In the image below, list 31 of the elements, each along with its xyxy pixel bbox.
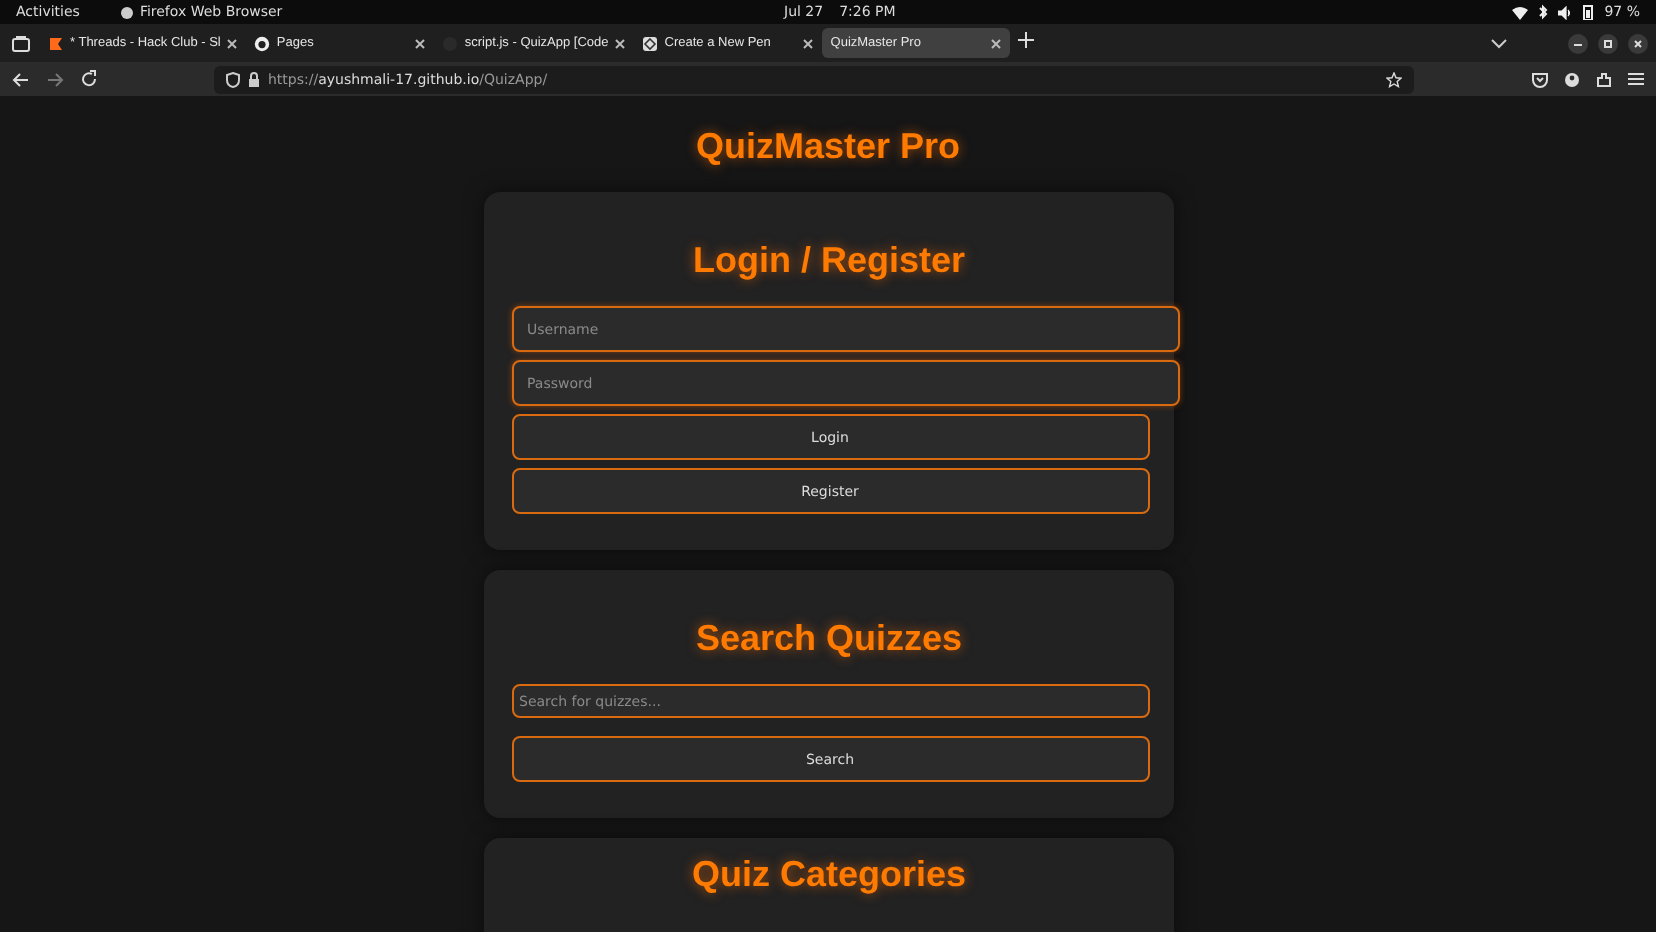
star-icon[interactable] [1386, 71, 1402, 87]
minimize-icon[interactable] [1568, 33, 1588, 53]
menu-icon[interactable] [1628, 72, 1644, 86]
lock-icon [248, 71, 260, 87]
section-heading: Login / Register [690, 238, 967, 284]
pocket-icon[interactable] [1532, 71, 1548, 87]
back-icon[interactable] [12, 71, 30, 87]
close-icon[interactable] [1628, 33, 1648, 53]
section-heading: Search Quizzes [693, 616, 965, 662]
close-icon[interactable] [226, 37, 239, 49]
bluetooth-icon [1538, 4, 1549, 20]
new-tab-icon[interactable] [1018, 32, 1035, 48]
close-icon[interactable] [614, 37, 627, 49]
chevron-down-icon[interactable] [1490, 37, 1508, 49]
flag-icon [48, 35, 64, 51]
forward-icon[interactable] [46, 71, 64, 87]
account-icon[interactable] [1564, 71, 1580, 87]
close-icon[interactable] [990, 37, 1003, 49]
battery-icon [1582, 4, 1595, 20]
maximize-icon[interactable] [1598, 33, 1618, 53]
speaker-icon [1558, 5, 1573, 19]
app-title: QuizMaster Pro [695, 124, 961, 168]
reload-icon[interactable] [80, 70, 98, 88]
close-icon[interactable] [414, 37, 427, 49]
extensions-icon[interactable] [1596, 71, 1612, 87]
shield-icon [226, 71, 240, 87]
app-icon [119, 5, 134, 19]
tab-overview-icon[interactable] [11, 35, 29, 51]
close-icon[interactable] [802, 37, 815, 49]
section-heading: Quiz Categories [689, 852, 969, 898]
wifi-icon [1512, 5, 1529, 19]
